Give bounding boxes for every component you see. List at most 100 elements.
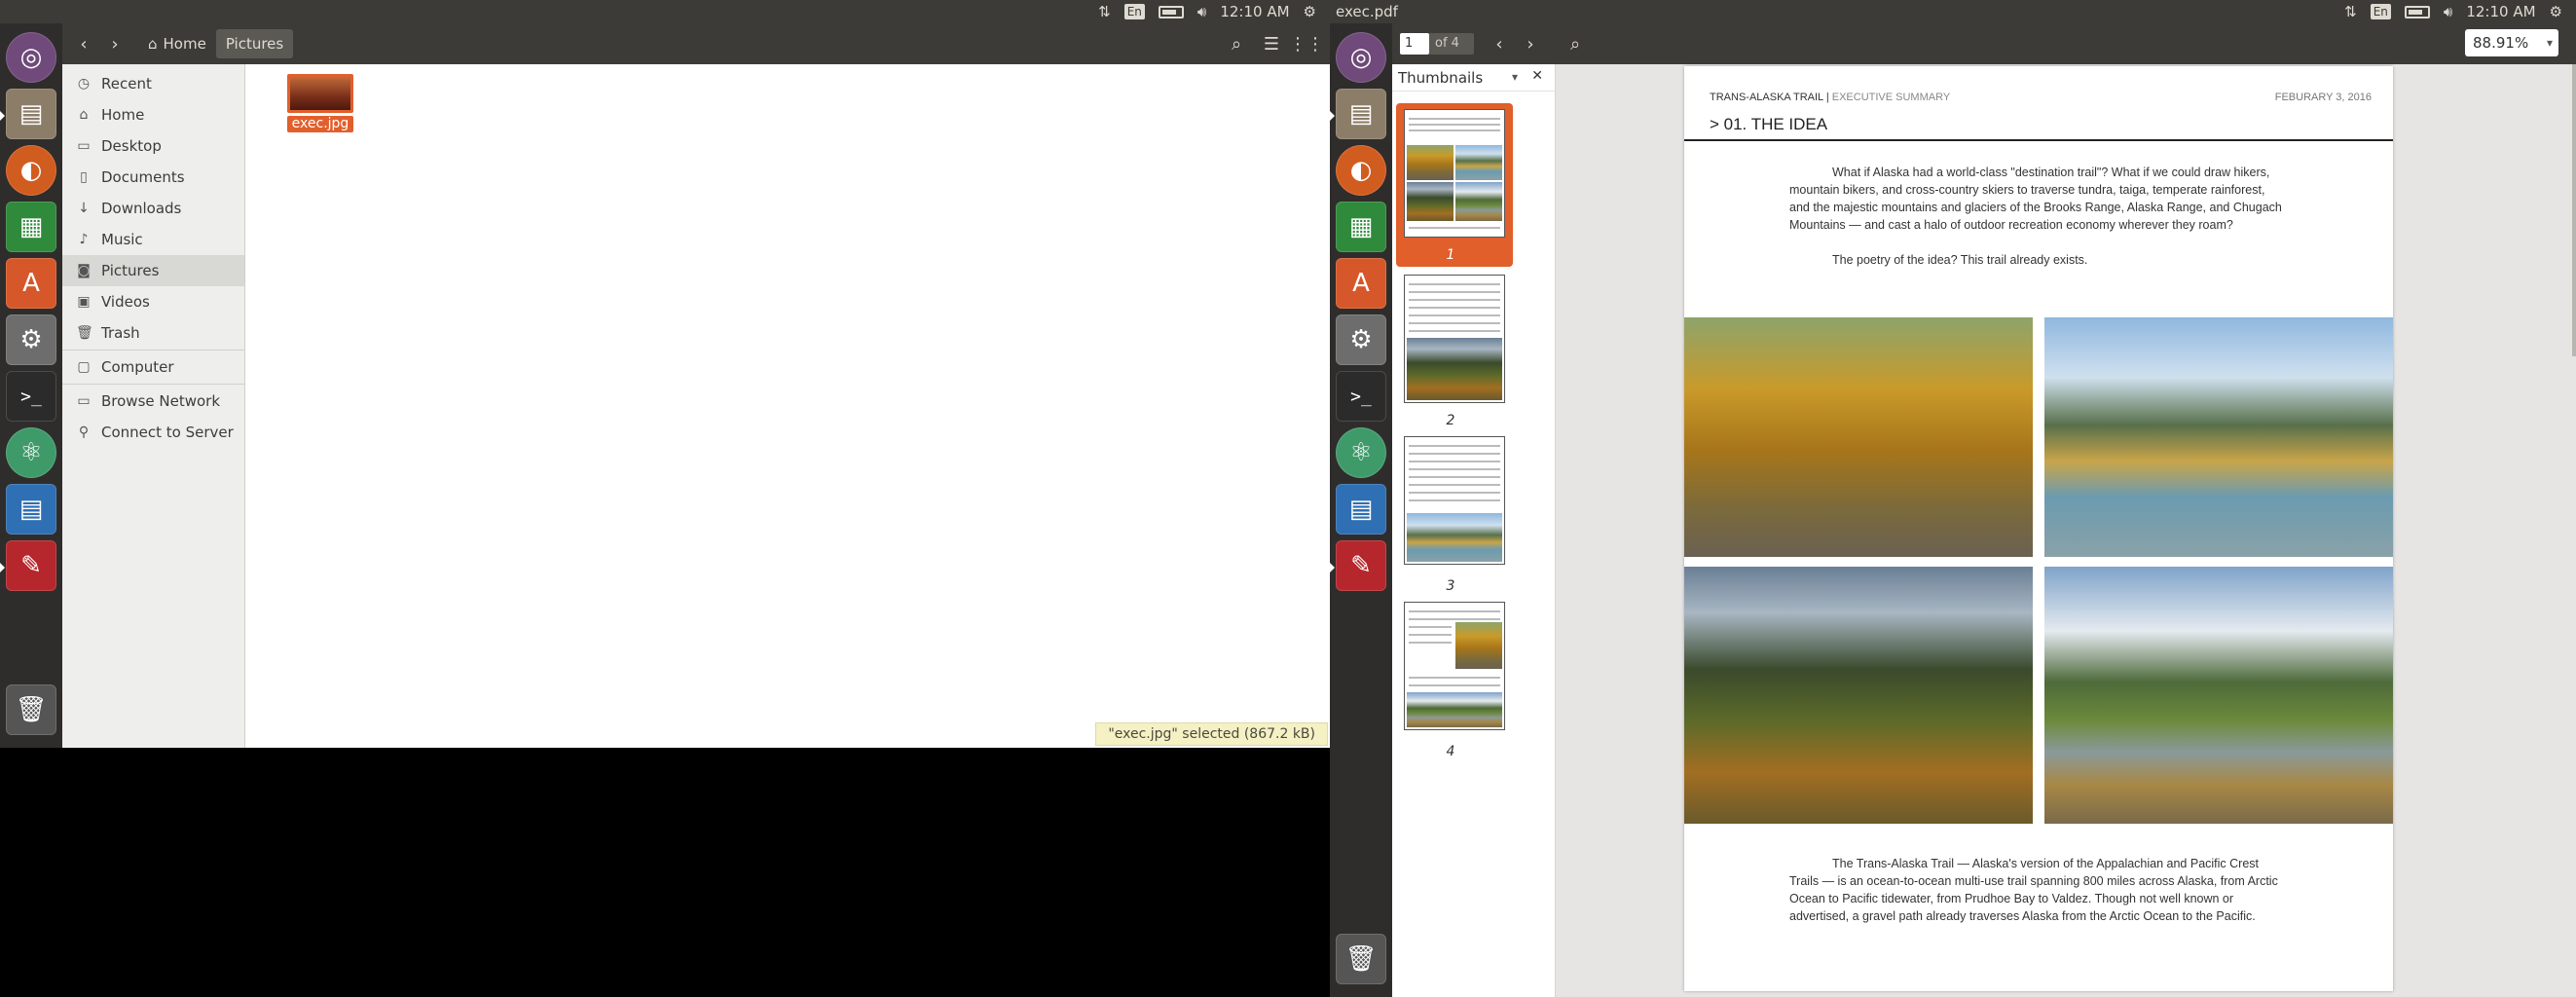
sidebar-item-documents[interactable]: ▯ Documents <box>62 162 244 193</box>
breadcrumb-current[interactable]: Pictures <box>215 29 294 58</box>
page-count: of 4 <box>1429 33 1474 55</box>
network-icon[interactable]: ⇅ <box>2344 0 2357 23</box>
thumbnail-number: 3 <box>1446 578 1455 594</box>
dash-icon[interactable]: ◎ <box>1336 32 1386 83</box>
trash-icon[interactable]: 🗑︎ <box>6 684 56 735</box>
sidebar-item-desktop[interactable]: ▭ Desktop <box>62 130 244 162</box>
clock[interactable]: 12:10 AM <box>2466 0 2535 23</box>
music-icon: ♪ <box>79 232 89 247</box>
thumbnail-page-3[interactable] <box>1396 436 1513 600</box>
keyboard-language[interactable]: En <box>2370 4 2391 19</box>
keyboard-language[interactable]: En <box>1123 4 1145 19</box>
header-trail: TRANS-ALASKA TRAIL | <box>1710 92 1829 103</box>
video-icon: ▣ <box>77 294 91 310</box>
sidebar-item-home[interactable]: ⌂ Home <box>62 99 244 130</box>
thumbnail-page-4[interactable] <box>1396 602 1513 765</box>
sidebar-item-label: Connect to Server <box>101 424 234 441</box>
firefox-icon[interactable]: ◐ <box>1336 145 1386 196</box>
back-button[interactable]: ‹ <box>68 29 99 58</box>
sidebar-item-videos[interactable]: ▣ Videos <box>62 286 244 317</box>
files-icon[interactable]: ▤ <box>0 89 56 139</box>
header-section: EXECUTIVE SUMMARY <box>1831 92 1951 103</box>
atom-icon[interactable]: ⚛ <box>6 427 56 478</box>
zoom-select[interactable]: 88.91% <box>2465 29 2558 56</box>
indicators: ⇅ En 🔊︎ 12:10 AM ⚙ <box>2344 0 2576 23</box>
thumbnail-page-1[interactable] <box>1396 103 1513 267</box>
title-rule <box>1684 139 2393 141</box>
forward-button[interactable]: › <box>99 29 130 58</box>
file-item-exec-jpg[interactable]: exec.jpg <box>286 74 354 132</box>
breadcrumb-home-label: Home <box>163 35 206 53</box>
sidebar-title[interactable]: Thumbnails <box>1398 69 1483 87</box>
search-icon[interactable]: ⌕ <box>1221 29 1252 58</box>
close-icon[interactable]: ✕ <box>1531 68 1543 84</box>
document-viewer-window: 1 of 4 ‹ › ⌕ 88.91% Thumbnails ▾ ✕ <box>1392 23 2576 997</box>
search-icon[interactable]: ⌕ <box>1560 29 1591 58</box>
firefox-icon[interactable]: ◐ <box>6 145 56 196</box>
thumbnail-page-2[interactable] <box>1396 271 1513 434</box>
pdf-page: TRANS-ALASKA TRAIL | EXECUTIVE SUMMARY F… <box>1684 66 2393 991</box>
photo-mountain-valley <box>1684 567 2033 824</box>
files-icon[interactable]: ▤ <box>1330 89 1386 139</box>
indicators: ⇅ En 🔊︎ 12:10 AM ⚙ <box>1098 0 1330 23</box>
photo-river <box>2044 317 2393 557</box>
selection-status: "exec.jpg" selected (867.2 kB) <box>1095 722 1328 746</box>
writer-icon[interactable]: ▤ <box>6 484 56 535</box>
sidebar-item-downloads[interactable]: ↓ Downloads <box>62 193 244 224</box>
sidebar-separator <box>62 384 244 385</box>
terminal-icon[interactable]: >_ <box>1336 371 1386 422</box>
image-thumbnail[interactable] <box>287 74 353 113</box>
page-header-date: FEBURARY 3, 2016 <box>2274 92 2372 103</box>
dash-icon[interactable]: ◎ <box>6 32 56 83</box>
volume-icon[interactable]: 🔊︎ <box>1197 0 1206 23</box>
thumbnail-image <box>1404 109 1505 238</box>
document-view[interactable]: TRANS-ALASKA TRAIL | EXECUTIVE SUMMARY F… <box>1556 64 2576 997</box>
calc-icon[interactable]: ▦ <box>6 202 56 252</box>
sidebar-item-label: Downloads <box>101 200 182 217</box>
folder-icon: ▭ <box>77 138 91 154</box>
software-center-icon[interactable]: A <box>1336 258 1386 309</box>
terminal-icon[interactable]: >_ <box>6 371 56 422</box>
sidebar-item-recent[interactable]: ◷ Recent <box>62 68 244 99</box>
settings-icon[interactable]: ⚙ <box>1336 314 1386 365</box>
file-manager-header: ‹ › ⌂ Home Pictures ⌕ ☰ ⋮⋮ <box>62 23 1330 64</box>
clock[interactable]: 12:10 AM <box>1220 0 1289 23</box>
battery-icon[interactable] <box>1158 0 1184 23</box>
previous-page-button[interactable]: ‹ <box>1484 29 1515 58</box>
photo-gravel-trail <box>2044 567 2393 824</box>
sidebar-item-label: Trash <box>101 324 140 342</box>
sidebar-item-trash[interactable]: 🗑︎ Trash <box>62 317 244 349</box>
trash-icon[interactable]: 🗑︎ <box>1336 934 1386 984</box>
sidebar-item-label: Home <box>101 106 145 124</box>
calc-icon[interactable]: ▦ <box>1336 202 1386 252</box>
breadcrumb-home[interactable]: ⌂ Home <box>138 29 216 58</box>
scrollbar[interactable] <box>2572 64 2576 356</box>
volume-icon[interactable]: 🔊︎ <box>2444 0 2452 23</box>
gear-icon[interactable]: ⚙ <box>1304 0 1316 23</box>
sidebar-item-browse-network[interactable]: ▭ Browse Network <box>62 386 244 417</box>
battery-icon[interactable] <box>2404 0 2430 23</box>
sidebar-item-label: Music <box>101 231 143 248</box>
thumbnail-number: 4 <box>1446 744 1455 759</box>
network-icon[interactable]: ⇅ <box>1098 0 1111 23</box>
list-view-icon[interactable]: ☰ <box>1256 29 1287 58</box>
sidebar-item-connect-server[interactable]: ⚲ Connect to Server <box>62 417 244 448</box>
settings-icon[interactable]: ⚙ <box>6 314 56 365</box>
grid-view-icon[interactable]: ⋮⋮ <box>1289 29 1324 58</box>
sidebar-item-pictures[interactable]: ◙ Pictures <box>62 255 244 286</box>
sidebar-item-computer[interactable]: ▢ Computer <box>62 351 244 383</box>
page-number-input[interactable]: 1 <box>1400 33 1429 55</box>
gear-icon[interactable]: ⚙ <box>2550 0 2562 23</box>
file-view[interactable]: exec.jpg "exec.jpg" selected (867.2 kB) <box>245 64 1330 748</box>
left-screen: ⇅ En 🔊︎ 12:10 AM ⚙ ◎ ▤ ◐ ▦ A ⚙ >_ ⚛ ▤ ✎ … <box>0 0 1330 997</box>
sidebar-item-label: Computer <box>101 358 174 376</box>
evince-icon[interactable]: ✎ <box>0 540 56 591</box>
software-center-icon[interactable]: A <box>6 258 56 309</box>
writer-icon[interactable]: ▤ <box>1336 484 1386 535</box>
next-page-button[interactable]: › <box>1515 29 1546 58</box>
sidebar-item-label: Browse Network <box>101 392 221 410</box>
evince-icon[interactable]: ✎ <box>1330 540 1386 591</box>
sidebar-item-music[interactable]: ♪ Music <box>62 224 244 255</box>
atom-icon[interactable]: ⚛ <box>1336 427 1386 478</box>
chevron-down-icon[interactable]: ▾ <box>1512 70 1518 84</box>
